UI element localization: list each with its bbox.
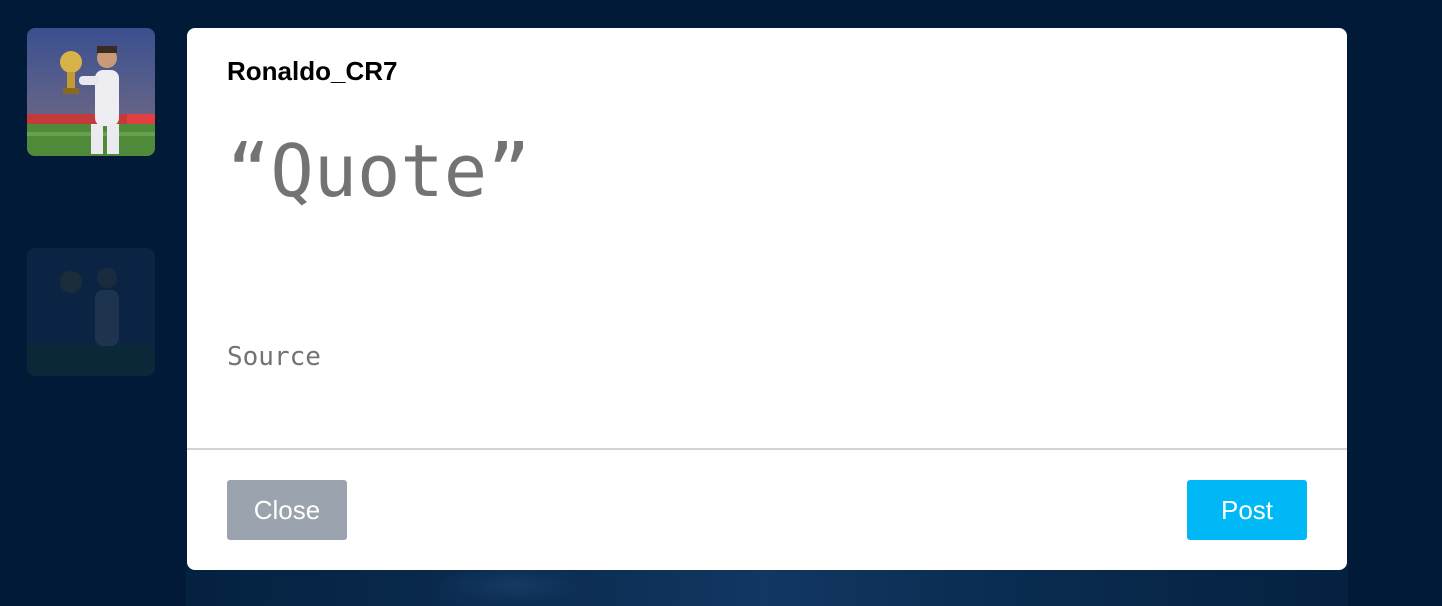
dialog-footer: Close Post <box>187 450 1347 570</box>
background-crest <box>440 566 590 606</box>
quote-input[interactable] <box>227 126 1307 216</box>
avatar-photo-icon <box>27 28 155 156</box>
post-button[interactable]: Post <box>1187 480 1307 540</box>
new-quote-dialog: Ronaldo_CR7 Close Post <box>187 28 1347 570</box>
close-button[interactable]: Close <box>227 480 347 540</box>
avatar-photo-icon <box>27 248 155 376</box>
source-input[interactable] <box>227 339 1307 375</box>
user-avatar[interactable] <box>27 28 155 156</box>
app-screen: Ronaldo_CR7 Close Post <box>0 0 1442 606</box>
user-avatar-faded <box>27 248 155 376</box>
username-label: Ronaldo_CR7 <box>227 56 398 86</box>
dialog-body: Ronaldo_CR7 <box>187 28 1347 448</box>
